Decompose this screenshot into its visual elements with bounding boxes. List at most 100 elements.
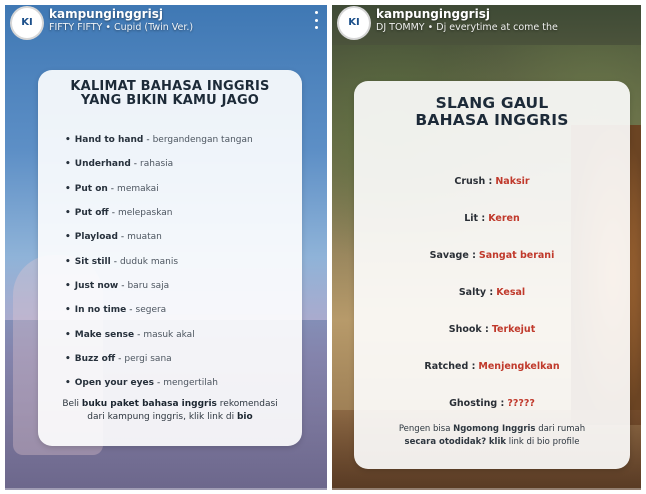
slang-item: Savage : Sangat berani (354, 237, 630, 274)
music-track[interactable]: DJ TOMMY • Dj everytime at come the (376, 22, 558, 33)
bullet: • (65, 305, 71, 316)
phrase-meaning: baru saja (127, 280, 170, 291)
slang-meaning: Sangat berani (478, 250, 555, 261)
phrase-meaning: pergi sana (124, 353, 172, 364)
phrase-item: • Underhand - rahasia (65, 152, 253, 176)
separator: - (156, 378, 161, 389)
separator: - (111, 208, 115, 219)
card-title: KALIMAT BAHASA INGGRIS YANG BIKIN KAMU J… (38, 80, 302, 108)
bio-link[interactable]: klik (489, 437, 506, 447)
bullet: • (65, 256, 71, 267)
bullet: • (65, 208, 71, 219)
phrase-term: Underhand (74, 159, 131, 170)
phrase-item: • In no time - segera (65, 298, 253, 322)
slang-card: SLANG GAUL BAHASA INGGRIS Crush : Naksir … (354, 81, 630, 469)
card-title-line-2: YANG BIKIN KAMU JAGO (80, 93, 260, 108)
more-options-icon[interactable] (313, 11, 319, 29)
card-title-line-2: BAHASA INGGRIS (415, 111, 569, 129)
phrase-term: Put off (74, 208, 109, 219)
separator: - (121, 280, 125, 291)
slang-meaning: Keren (488, 213, 520, 224)
slang-term: Lit : (464, 213, 486, 224)
bullet: • (65, 232, 71, 243)
slang-item: Ghosting :????? (354, 385, 630, 422)
phrase-term: Just now (74, 280, 119, 291)
phrase-term: In no time (74, 305, 127, 316)
cta-bold: buku paket bahasa inggris (81, 399, 217, 409)
card-title-line-1: KALIMAT BAHASA INGGRIS (70, 79, 270, 94)
avatar[interactable]: KI (339, 8, 369, 38)
bullet: • (65, 353, 71, 364)
slang-item: Salty : Kesal (354, 274, 630, 311)
separator: - (133, 159, 138, 170)
separator: - (129, 305, 133, 316)
bullet: • (65, 329, 71, 340)
username[interactable]: kampunginggrisj (49, 7, 163, 21)
story-left[interactable]: KI kampunginggrisj FIFTY FIFTY • Cupid (… (5, 5, 327, 490)
phrase-item: • Open your eyes - mengertilah (65, 371, 253, 395)
music-track[interactable]: FIFTY FIFTY • Cupid (Twin Ver.) (49, 22, 193, 33)
phrase-meaning: memakai (117, 183, 159, 194)
phrase-item: • Make sense - masuk akal (65, 322, 253, 346)
cta-text: link di bio profile (506, 437, 580, 447)
phrase-meaning: bergandengan tangan (152, 135, 253, 146)
phrase-term: Buzz off (74, 353, 116, 364)
cta-text: Pengen bisa (398, 424, 454, 434)
slang-meaning: Naksir (495, 176, 530, 187)
story-header: KI kampunginggrisj FIFTY FIFTY • Cupid (… (5, 5, 327, 45)
slang-item: Shook : Terkejut (354, 311, 630, 348)
card-cta: Beli buku paket bahasa inggris rekomenda… (54, 398, 286, 424)
bullet: • (65, 280, 71, 291)
slang-term: Salty : (458, 287, 494, 298)
slang-term: Shook : (448, 324, 489, 335)
phrase-item: • Put off - melepaskan (65, 201, 253, 225)
cta-text: dari rumah (535, 424, 586, 434)
phrase-meaning: muatan (127, 232, 162, 243)
phrase-meaning: rahasia (140, 159, 174, 170)
avatar[interactable]: KI (12, 8, 42, 38)
bullet: • (65, 378, 71, 389)
slang-meaning: Menjengkelkan (478, 361, 560, 372)
phrase-meaning: duduk manis (119, 256, 179, 267)
logo-icon: KI (21, 17, 33, 28)
phrase-term: Hand to hand (74, 135, 144, 146)
cta-bold: secara otodidak? (404, 437, 487, 447)
phrase-meaning: melepaskan (117, 208, 173, 219)
phrase-item: • Hand to hand - bergandengan tangan (65, 128, 253, 152)
cta-text: Beli (62, 399, 82, 409)
slang-term: Savage : (429, 250, 476, 261)
logo-icon: KI (348, 17, 360, 28)
separator: - (120, 232, 125, 243)
story-header: KI kampunginggrisj DJ TOMMY • Dj everyti… (332, 5, 641, 45)
phrase-term: Make sense (74, 329, 135, 340)
separator: - (118, 353, 122, 364)
phrase-item: • Buzz off - pergi sana (65, 347, 253, 371)
phrase-term: Playload (74, 232, 118, 243)
phrase-term: Open your eyes (74, 378, 154, 389)
separator: - (113, 256, 117, 267)
bullet: • (65, 183, 71, 194)
phrases-card: KALIMAT BAHASA INGGRIS YANG BIKIN KAMU J… (38, 70, 302, 446)
slang-item: Lit : Keren (354, 200, 630, 237)
phrase-item: • Sit still - duduk manis (65, 249, 253, 273)
card-title: SLANG GAUL BAHASA INGGRIS (354, 95, 630, 129)
bio-link[interactable]: bio (237, 412, 253, 422)
slang-meaning: ????? (507, 398, 535, 409)
cta-bold: Ngomong Inggris (453, 424, 536, 434)
slang-term: Crush : (454, 176, 493, 187)
slang-item: Ratched : Menjengkelkan (354, 348, 630, 385)
card-cta: Pengen bisa Ngomong Inggris dari rumah s… (364, 423, 620, 449)
phrase-meaning: mengertilah (163, 378, 218, 389)
phrase-term: Put on (74, 183, 108, 194)
phrase-list: • Hand to hand - bergandengan tangan • Under… (65, 128, 253, 395)
slang-meaning: Kesal (496, 287, 526, 298)
story-progress-bar (332, 488, 641, 490)
bullet: • (65, 135, 71, 146)
story-right[interactable]: KI kampunginggrisj DJ TOMMY • Dj everyti… (332, 5, 641, 490)
phrase-item: • Put on - memakai (65, 177, 253, 201)
slang-term: Ratched : (424, 361, 476, 372)
phrase-meaning: masuk akal (143, 329, 195, 340)
separator: - (146, 135, 150, 146)
username[interactable]: kampunginggrisj (376, 7, 490, 21)
slang-list: Crush : Naksir Lit : Keren Savage : Sangat … (354, 163, 630, 422)
